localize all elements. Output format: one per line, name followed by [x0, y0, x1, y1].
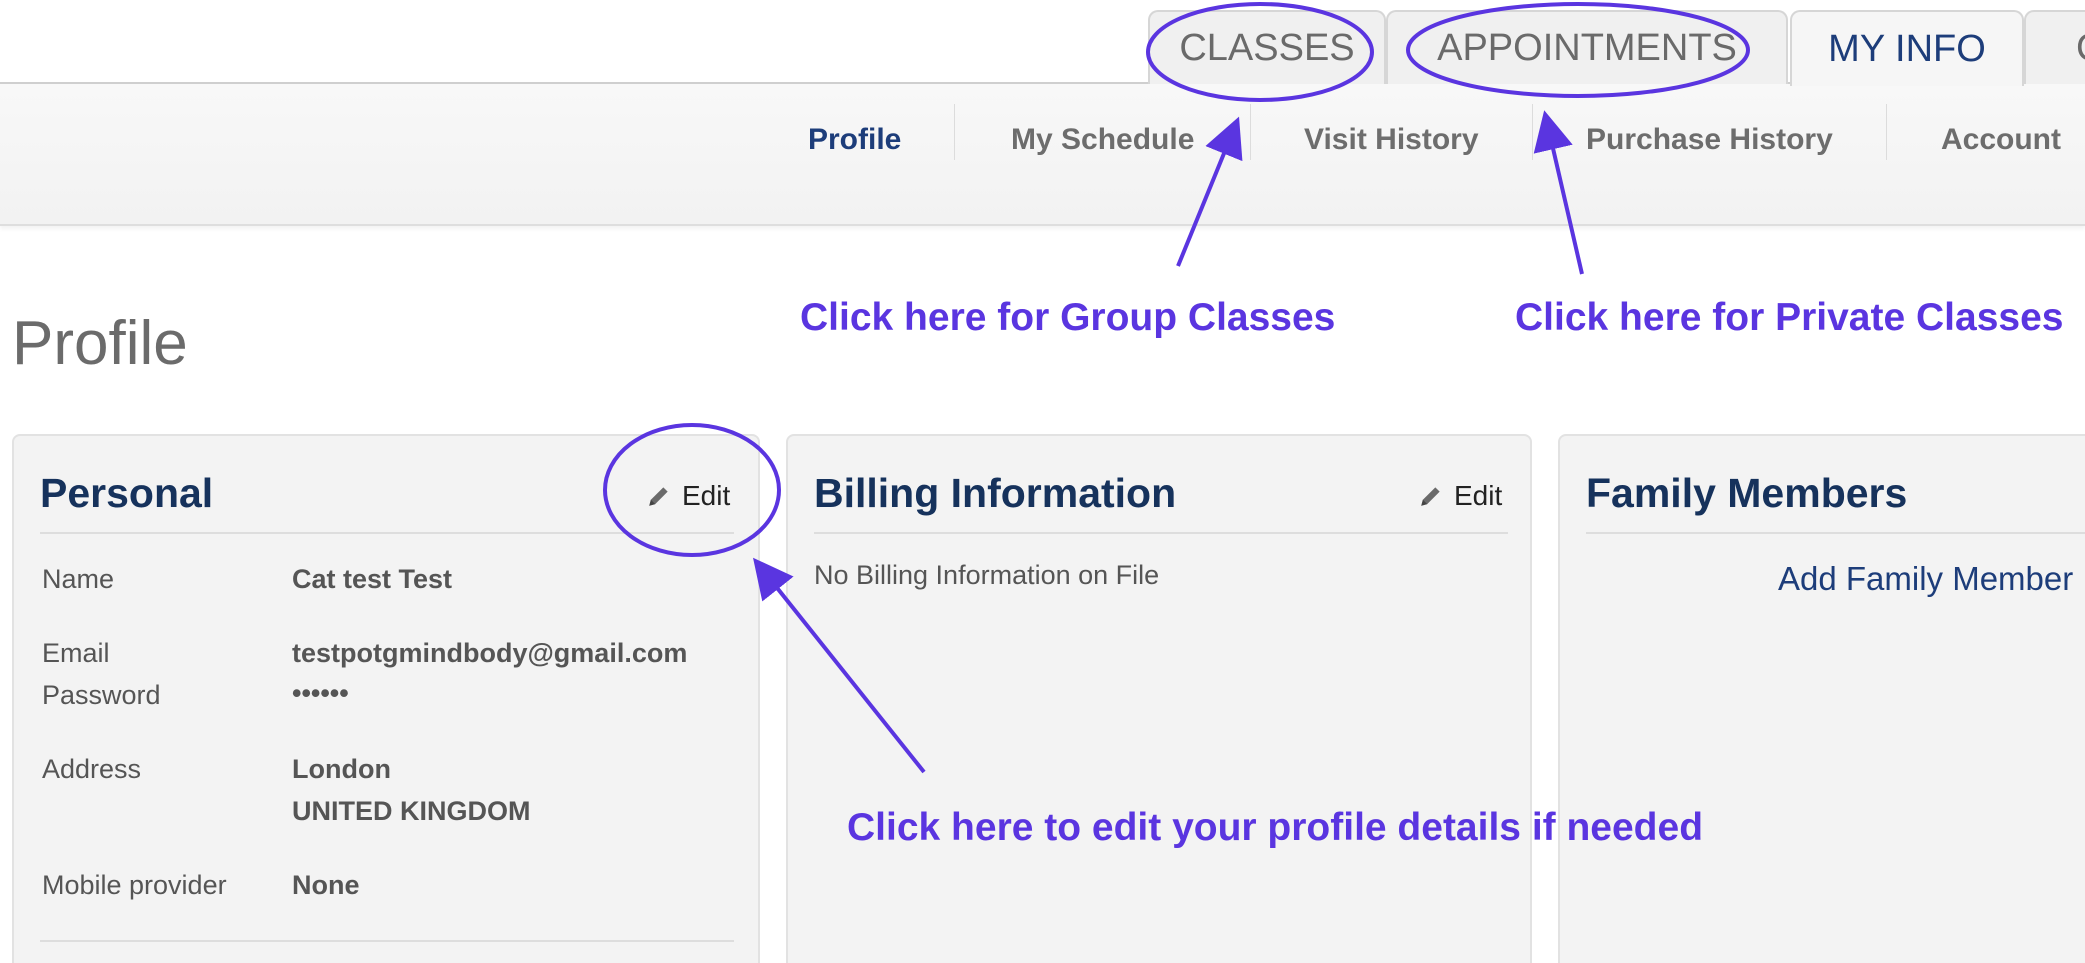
name-label: Name	[42, 564, 115, 594]
tab-classes[interactable]: CLASSES	[1148, 10, 1386, 84]
password-value: ••••••	[292, 678, 349, 708]
billing-edit-label: Edit	[1454, 480, 1503, 511]
billing-card: Billing Information Edit No Billing Info…	[786, 434, 1532, 963]
personal-edit-button[interactable]: Edit	[646, 476, 730, 516]
subnav-separator	[1532, 104, 1533, 160]
password-label: Password	[42, 680, 161, 710]
card-divider	[40, 532, 734, 534]
pencil-icon	[1421, 487, 1440, 506]
email-label: Email	[42, 638, 110, 668]
annotation-private-classes: Click here for Private Classes	[1515, 296, 2064, 339]
billing-edit-button[interactable]: Edit	[1418, 476, 1502, 516]
address-label: Address	[42, 754, 142, 784]
mobile-provider-value: None	[292, 870, 360, 900]
pencil-icon	[649, 487, 668, 506]
subnav-account[interactable]: Account	[1941, 112, 2061, 168]
add-family-member-link[interactable]: Add Family Member	[1778, 560, 2073, 598]
address-line-1: London	[292, 754, 391, 784]
mobile-provider-label: Mobile provider	[42, 870, 227, 900]
subnav-my-schedule[interactable]: My Schedule	[1011, 112, 1194, 168]
subnav-separator	[1250, 104, 1251, 160]
subnav-separator	[954, 104, 955, 160]
card-divider	[40, 940, 734, 942]
tab-appointments[interactable]: APPOINTMENTS	[1386, 10, 1788, 84]
top-tab-bar: CLASSES APPOINTMENTS MY INFO C	[0, 0, 2085, 86]
family-card-title: Family Members	[1586, 470, 1908, 516]
annotation-edit-profile: Click here to edit your profile details …	[847, 806, 1704, 849]
page-title: Profile	[12, 309, 188, 378]
family-card: Family Members Add Family Member	[1558, 434, 2085, 963]
name-value: Cat test Test	[292, 564, 453, 594]
personal-edit-label: Edit	[682, 480, 731, 511]
billing-card-title: Billing Information	[814, 470, 1177, 516]
card-divider	[1586, 532, 2085, 534]
card-divider	[814, 532, 1508, 534]
billing-empty-message: No Billing Information on File	[814, 560, 1160, 590]
subnav-separator	[1886, 104, 1887, 160]
personal-card: Personal Edit Name Cat test Test Email t…	[12, 434, 760, 963]
tab-more[interactable]: C	[2024, 10, 2085, 84]
subnav-profile[interactable]: Profile	[808, 112, 901, 168]
email-value: testpotgmindbody@gmail.com	[292, 638, 688, 668]
subnav-purchase-history[interactable]: Purchase History	[1586, 112, 1833, 168]
personal-card-title: Personal	[40, 470, 214, 516]
tab-my-info[interactable]: MY INFO	[1790, 10, 2024, 86]
sub-navigation: Profile My Schedule Visit History Purcha…	[0, 84, 2085, 226]
address-line-2: UNITED KINGDOM	[292, 796, 531, 826]
annotation-group-classes: Click here for Group Classes	[800, 296, 1336, 339]
subnav-visit-history[interactable]: Visit History	[1304, 112, 1479, 168]
